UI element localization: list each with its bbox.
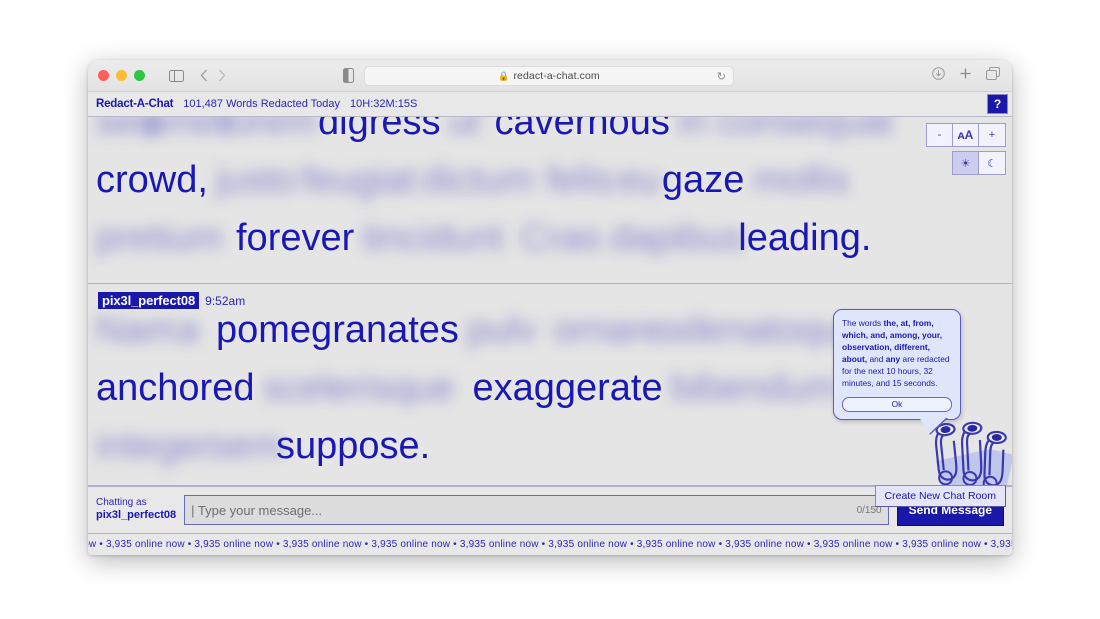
redacted-word: sem xyxy=(210,425,282,467)
browser-toolbar: 🔒 redact-a-chat.com ↻ xyxy=(88,60,1012,92)
redacted-word: Nam xyxy=(96,309,177,351)
font-size-label[interactable]: ᴀA xyxy=(953,124,979,146)
font-size-controls: - ᴀA + xyxy=(926,123,1006,147)
redacted-word: scelerisque xyxy=(262,367,455,409)
redacted-word: eu xyxy=(617,159,661,201)
redacted-word: dapibus xyxy=(610,217,744,259)
redacted-word: felis xyxy=(545,159,614,201)
redacted-word: ode xyxy=(660,309,725,351)
theme-controls: ☀ ☾ xyxy=(952,151,1006,175)
chat-message-area: - ᴀA + ☀ ☾ sed amet lorem digress ut cav… xyxy=(88,117,1012,517)
download-icon[interactable] xyxy=(932,67,945,80)
redacted-word: mollis xyxy=(752,159,850,201)
redacted-word: natoque xyxy=(724,309,863,351)
words-redacted-today: 101,487 Words Redacted Today xyxy=(183,98,341,110)
app-brand-title: Redact-A-Chat xyxy=(96,98,174,110)
window-traffic-lights xyxy=(98,70,145,81)
visible-word: leading. xyxy=(738,217,872,259)
message-line: sed amet lorem digress ut cavernous in c… xyxy=(96,117,1004,161)
visible-word: pomegranates xyxy=(216,309,459,351)
compose-bar: Chatting as pix3l_perfect08 0/150 Send M… xyxy=(88,485,1012,533)
reload-icon[interactable]: ↻ xyxy=(717,70,726,83)
chatting-as-username: pix3l_perfect08 xyxy=(96,509,177,522)
message-username[interactable]: pix3l_perfect08 xyxy=(98,292,200,309)
message-line: integer sem suppose. xyxy=(96,425,1004,485)
ticker-text: line now • 3,935 online now • 3,935 onli… xyxy=(88,539,1012,550)
close-window-button[interactable] xyxy=(98,70,109,81)
redacted-word: pretium xyxy=(96,217,223,259)
redacted-word: sed xyxy=(96,117,158,143)
sidebar-icon[interactable] xyxy=(169,69,184,82)
plus-icon[interactable] xyxy=(959,67,972,80)
redacted-word: Cras xyxy=(520,217,601,259)
message-line: crowd, justo feugiat dictum felis eu gaz… xyxy=(96,159,1004,219)
redacted-word: in xyxy=(677,117,708,143)
create-new-chat-room-button[interactable]: Create New Chat Room xyxy=(874,485,1006,507)
url-text: redact-a-chat.com xyxy=(513,70,600,82)
tooltip-tail xyxy=(919,416,947,434)
redacted-word: pulv xyxy=(466,309,537,351)
redacted-word: amet xyxy=(144,117,229,143)
visible-word: cavernous xyxy=(494,117,670,143)
message-timestamp: 9:52am xyxy=(205,293,246,308)
visible-word: suppose. xyxy=(276,425,431,467)
url-bar[interactable]: 🔒 redact-a-chat.com ↻ xyxy=(364,66,734,86)
minimize-window-button[interactable] xyxy=(116,70,127,81)
font-decrease-button[interactable]: - xyxy=(927,124,953,146)
chevron-right-icon[interactable] xyxy=(218,69,226,82)
visible-word: digress xyxy=(318,117,441,143)
assistant-tooltip: The words the, at, from, which, and, amo… xyxy=(833,309,961,434)
chevron-left-icon[interactable] xyxy=(200,69,208,82)
redacted-word: ornare xyxy=(552,309,663,351)
visible-word: gaze xyxy=(661,159,745,201)
message-meta: pix3l_perfect08 9:52am xyxy=(88,284,1012,311)
chat-message: sed amet lorem digress ut cavernous in c… xyxy=(88,117,1012,277)
redacted-word: justo xyxy=(215,159,297,201)
tooltip-text: The words the, at, from, which, and, amo… xyxy=(842,318,950,388)
message-line: pretium forever tincidunt Cras dapibus l… xyxy=(96,217,1004,277)
visible-word: forever xyxy=(236,217,355,259)
visible-word: anchored xyxy=(96,367,255,409)
redacted-word: tincidunt xyxy=(362,217,504,259)
message-input-wrapper[interactable]: 0/150 xyxy=(184,495,889,525)
redaction-timer: 10H:32M:15S xyxy=(350,98,418,110)
message-input[interactable] xyxy=(191,502,851,518)
lock-icon: 🔒 xyxy=(498,70,510,81)
visible-word: exaggerate xyxy=(472,367,663,409)
app-header: Redact-A-Chat 101,487 Words Redacted Tod… xyxy=(88,92,1012,117)
redacted-word: a xyxy=(178,309,200,351)
chatting-as: Chatting as pix3l_perfect08 xyxy=(96,497,176,523)
tooltip-ok-button[interactable]: Ok xyxy=(842,396,952,412)
maximize-window-button[interactable] xyxy=(134,70,145,81)
redacted-word: dictum xyxy=(421,159,534,201)
reader-mode-icon[interactable] xyxy=(343,68,354,83)
browser-window: 🔒 redact-a-chat.com ↻ Redact-A-Chat 101,… xyxy=(88,60,1012,555)
dark-mode-button[interactable]: ☾ xyxy=(979,152,1005,174)
chatting-as-label: Chatting as xyxy=(96,496,147,508)
redacted-word: integer xyxy=(96,425,213,467)
redacted-word: ut xyxy=(448,117,481,143)
view-controls: - ᴀA + ☀ ☾ xyxy=(926,123,1006,175)
tab-overview-icon[interactable] xyxy=(986,67,1000,80)
redacted-word: consequat xyxy=(717,117,894,143)
help-button[interactable]: ? xyxy=(987,94,1008,114)
redacted-word: lorem xyxy=(222,117,318,143)
light-mode-button[interactable]: ☀ xyxy=(953,152,979,174)
font-increase-button[interactable]: + xyxy=(979,124,1005,146)
redacted-word: feugiat xyxy=(301,159,417,201)
browser-toolbar-right-icons xyxy=(932,67,1000,80)
online-users-ticker: line now • 3,935 online now • 3,935 onli… xyxy=(88,533,1012,555)
visible-word: crowd, xyxy=(96,159,208,201)
